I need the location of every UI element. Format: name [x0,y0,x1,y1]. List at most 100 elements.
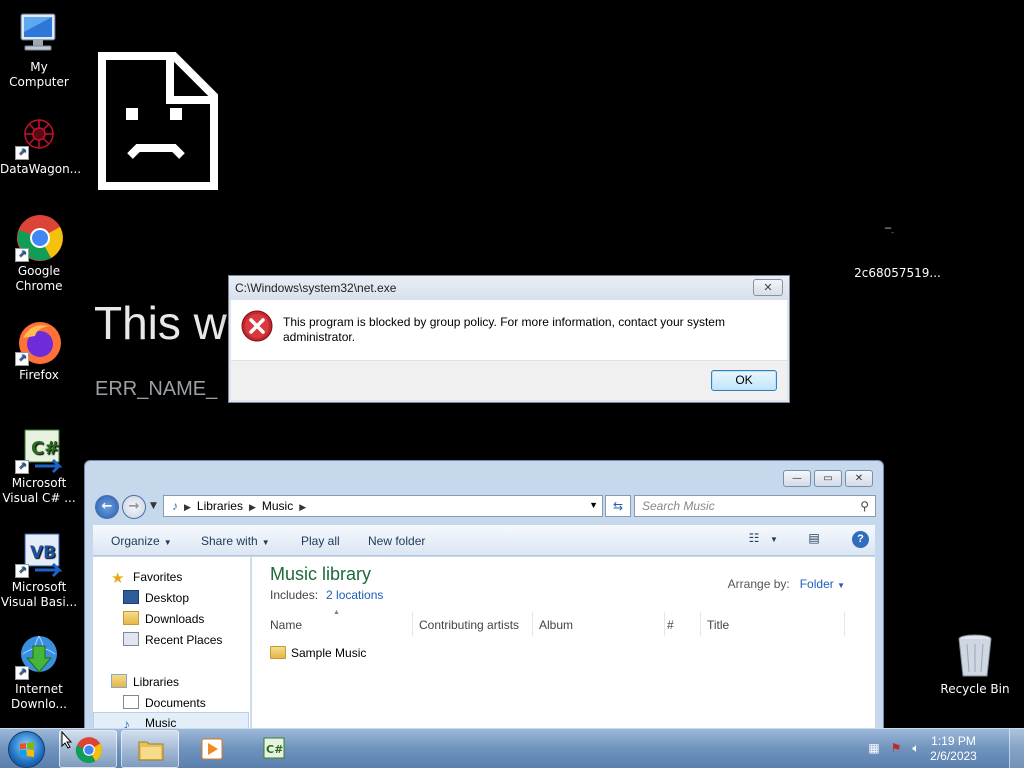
folder-icon [270,646,286,659]
address-row: ← → ▼ ♪ ▶ Libraries ▶ Music ▶ ▼ ⇆ Search Musi… [93,494,876,520]
library-title: Music library [270,564,372,584]
address-bar[interactable]: ♪ ▶ Libraries ▶ Music ▶ ▼ [163,495,603,517]
recent-pages-arrow-icon[interactable]: ▼ [150,501,157,511]
desktop-file-label[interactable]: 2c68057519... [850,266,945,280]
nav-item-favorites[interactable]: ★ Favorites [111,569,182,587]
mouse-cursor-icon [61,731,73,749]
search-placeholder: Search Music [642,499,715,513]
shortcut-arrow-icon: ↗ [15,460,29,474]
breadcrumb-music[interactable]: Music [262,499,293,513]
chrome-icon: ↗ [15,214,63,262]
address-dropdown-icon[interactable]: ▼ [589,500,598,510]
visual-basic-icon: VB ↗ [15,530,63,578]
share-with-button[interactable]: Share with ▼ [201,534,270,548]
shortcut-arrow-icon: ↗ [15,564,29,578]
desktop-icon-label: Internet Downlo... [11,682,67,711]
navigation-pane: ★ Favorites Desktop Downloads Recent Plac… [93,557,251,728]
desktop-icon-datawagon[interactable]: ↗ DataWagon... [0,112,82,177]
recent-places-icon [123,632,139,646]
column-header-title[interactable]: Title [707,612,845,636]
nav-item-music[interactable]: ♪ Music [123,716,176,728]
maximize-button[interactable]: ▭ [814,470,842,487]
includes-label: Includes: [270,588,319,602]
refresh-button[interactable]: ⇆ [605,495,631,517]
arrange-by-value: Folder [799,577,834,591]
back-button[interactable]: ← [95,495,119,519]
desktop-icon-label: My Computer [9,60,69,89]
windows-logo-icon [20,742,34,757]
desktop-icon-visual-basic[interactable]: VB ↗ Microsoft Visual Basi... [0,530,78,610]
breadcrumb-libraries[interactable]: Libraries [197,499,243,513]
taskbar-explorer-button[interactable] [121,730,179,768]
column-header-track-number[interactable]: # [667,612,701,636]
search-icon: ⚲ [860,499,869,513]
column-header-album[interactable]: Album [539,612,665,636]
desktop-icon-visual-csharp[interactable]: C# ↗ Microsoft Visual C# ... [0,426,78,506]
dialog-close-button[interactable]: ✕ [753,279,783,296]
desktop-icon-label: DataWagon... [0,162,82,176]
column-header-contributing-artists[interactable]: Contributing artists [419,612,533,636]
show-desktop-button[interactable] [1009,729,1024,768]
minimize-button[interactable]: — [783,470,811,487]
play-all-button[interactable]: Play all [301,534,340,548]
help-icon[interactable]: ? [852,531,869,548]
desktop-icon-label: Microsoft Visual C# ... [2,476,76,505]
desktop-icon-label: Recycle Bin [940,682,1010,696]
ok-button[interactable]: OK [711,370,777,391]
clock[interactable]: 1:19 PM 2/6/2023 [916,734,991,764]
system-tray: ▦ ⚑ 🔈︎ 1:19 PM 2/6/2023 [844,729,1024,768]
chevron-down-icon: ▼ [163,538,172,547]
shortcut-arrow-icon: ↗ [15,352,29,366]
nav-label: Libraries [133,675,180,689]
taskbar-visual-csharp-button[interactable]: C# [245,730,303,768]
column-header-name[interactable]: Name [270,612,413,636]
new-folder-button[interactable]: New folder [368,534,425,548]
visual-csharp-icon: C# ↗ [15,426,63,474]
taskbar: C# ▦ ⚑ 🔈︎ 1:19 PM 2/6/2023 [0,728,1024,768]
nav-item-documents[interactable]: Documents [123,695,206,710]
download-manager-icon: ↗ [15,632,63,680]
library-includes: Includes: 2 locations [270,588,383,602]
visual-csharp-icon: C# [263,737,285,759]
list-item[interactable]: Sample Music [270,646,366,660]
search-input[interactable]: Search Music ⚲ [634,495,876,517]
taskbar-media-player-button[interactable] [183,730,241,768]
nav-item-libraries[interactable]: Libraries [111,674,179,689]
desktop-icon-google-chrome[interactable]: ↗ Google Chrome [0,214,78,294]
recycle-bin-icon [951,632,999,680]
nav-item-downloads[interactable]: Downloads [123,611,204,626]
shortcut-arrow-icon: ↗ [15,146,29,160]
dialog-title: C:\Windows\system32\net.exe [229,276,789,300]
desktop-icon-internet-download-manager[interactable]: ↗ Internet Downlo... [0,632,78,712]
svg-text:C#: C# [266,743,283,756]
error-icon [241,310,273,342]
start-button[interactable] [8,731,45,768]
preview-pane-icon[interactable]: ▤ [805,531,823,548]
action-center-flag-icon[interactable]: ⚑ [888,741,904,757]
organize-button[interactable]: Organize ▼ [111,534,172,548]
column-headers: ▲ Name Contributing artists Album # Titl… [270,609,857,636]
error-page-title: This w [94,297,227,349]
includes-locations-link[interactable]: 2 locations [326,588,383,602]
desktop-icon-firefox[interactable]: ↗ Firefox [0,318,78,383]
svg-text:VB: VB [30,543,56,563]
view-options-chevron-icon[interactable]: ▼ [765,535,783,552]
nav-item-desktop[interactable]: Desktop [123,590,189,605]
breadcrumb-separator-icon: ▶ [299,502,307,512]
network-icon[interactable]: ▦ [866,741,882,757]
forward-button[interactable]: → [122,495,146,519]
nav-label: Music [145,716,177,728]
music-note-icon: ♪ [172,499,178,513]
item-name: Sample Music [291,646,367,660]
chevron-down-icon: ▼ [837,581,845,590]
view-options-icon[interactable]: ☷ [745,531,763,548]
arrange-by: Arrange by: Folder ▼ [728,577,845,591]
close-button[interactable]: ✕ [845,470,873,487]
arrange-by-dropdown[interactable]: Folder ▼ [800,577,845,591]
media-player-icon [201,738,223,760]
nav-item-recent-places[interactable]: Recent Places [123,632,222,647]
desktop-icon-my-computer[interactable]: My Computer [0,10,78,90]
nav-label: Recent Places [145,633,223,647]
desktop-icon-recycle-bin[interactable]: Recycle Bin [936,632,1014,697]
organize-label: Organize [111,534,160,548]
